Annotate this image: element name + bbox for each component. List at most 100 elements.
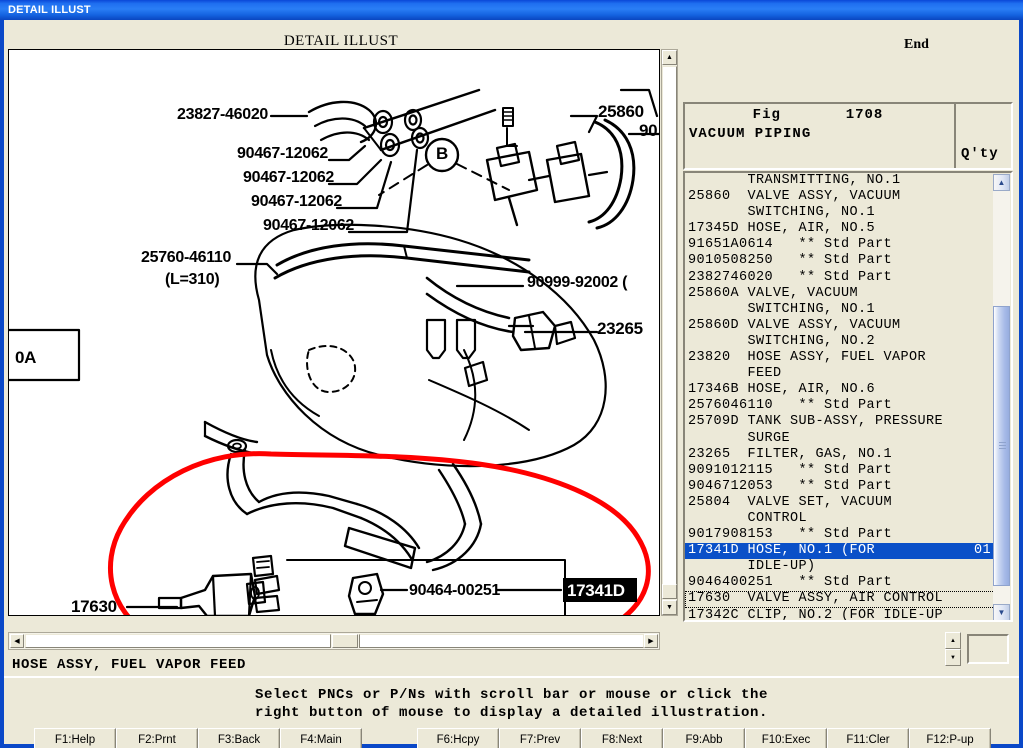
vertical-scroll-thumb[interactable] [662, 66, 677, 586]
function-key-f8[interactable]: F8:Next [581, 728, 663, 748]
illustration-horizontal-scrollbar[interactable]: ◀ ▶ [8, 632, 660, 650]
parts-list-row[interactable]: 17346B HOSE, AIR, NO.6 [685, 382, 995, 398]
parts-list-row[interactable]: 23820 HOSE ASSY, FUEL VAPOR [685, 350, 995, 366]
parts-row-text: 25860 VALVE ASSY, VACUUM [688, 189, 901, 205]
parts-list-row[interactable]: SURGE [685, 431, 995, 447]
fig-header-divider [954, 104, 956, 168]
parts-row-text: 25804 VALVE SET, VACUUM [688, 494, 893, 510]
horizontal-scroll-thumb[interactable] [332, 634, 358, 648]
parts-list-row[interactable]: SWITCHING, NO.1 [685, 302, 995, 318]
function-key-label: F2:Prnt [138, 733, 176, 746]
parts-list-row[interactable]: FEED [685, 366, 995, 382]
scroll-left-arrow[interactable]: ◀ [10, 634, 24, 648]
parts-list-row[interactable]: 2576046110 ** Std Part [685, 398, 995, 414]
scroll-up-arrow[interactable]: ▲ [662, 50, 677, 65]
hscroll-track-left[interactable] [25, 634, 331, 648]
parts-row-text: 9010508250 ** Std Part [688, 253, 893, 269]
qty-stepper-down-icon[interactable]: ▼ [945, 649, 961, 666]
parts-row-text: 9046400251 ** Std Part [688, 575, 893, 591]
function-key-f3[interactable]: F3:Back [198, 728, 280, 748]
function-key-f7[interactable]: F7:Prev [499, 728, 581, 748]
function-key-label: F7:Prev [519, 733, 561, 746]
parts-list-row[interactable]: 17341D HOSE, NO.1 (FOR 01 [685, 543, 995, 560]
parts-list-row[interactable]: 9046400251 ** Std Part [685, 575, 995, 591]
callout-90467-3: 90467-12062 [251, 193, 343, 210]
callout-0a-clipped: 0A [15, 348, 37, 367]
parts-list-row[interactable]: 9091012115 ** Std Part [685, 463, 995, 479]
parts-row-text: SWITCHING, NO.1 [688, 205, 876, 221]
parts-list-row[interactable]: 17345D HOSE, AIR, NO.5 [685, 221, 995, 237]
function-key-f6[interactable]: F6:Hcpy [417, 728, 499, 748]
window-titlebar: DETAIL ILLUST [0, 0, 1023, 20]
parts-list-row[interactable]: 25860D VALVE ASSY, VACUUM [685, 318, 995, 334]
parts-list-row[interactable]: 25804 VALVE SET, VACUUM [685, 495, 995, 511]
parts-list-rows: TRANSMITTING, NO.1 25860 VALVE ASSY, VACU… [685, 173, 995, 620]
function-key-label: F10:Exec [761, 733, 811, 746]
instruction-text: Select PNCs or P/Ns with scroll bar or m… [4, 686, 1019, 722]
detail-illust-window: DETAIL ILLUST DETAIL ILLUST End 23827-46… [0, 0, 1023, 748]
parts-list-row[interactable]: SWITCHING, NO.1 [685, 205, 995, 221]
parts-list-row[interactable]: 25709D TANK SUB-ASSY, PRESSURE [685, 414, 995, 430]
qty-stepper-up-icon[interactable]: ▲ [945, 632, 961, 649]
parts-list-row[interactable]: IDLE-UP) [685, 559, 995, 575]
parts-list-row[interactable]: 9017908153 ** Std Part [685, 527, 995, 543]
parts-row-text: 25860D VALVE ASSY, VACUUM [688, 317, 901, 333]
hscroll-track-right[interactable] [359, 634, 644, 648]
callout-labels: 23827-46020 90467-12062 90467-12062 9046… [9, 50, 659, 615]
scroll-thumb-grip [999, 442, 1006, 450]
parts-list-row[interactable]: 9046712053 ** Std Part [685, 479, 995, 495]
parts-list-row[interactable]: 2382746020 ** Std Part [685, 270, 995, 286]
qty-stepper[interactable]: ▲ ▼ [945, 632, 961, 666]
function-key-label: F9:Abb [685, 733, 723, 746]
parts-list-row[interactable]: 23265 FILTER, GAS, NO.1 [685, 447, 995, 463]
function-key-f1[interactable]: F1:Help [34, 728, 116, 748]
function-key-f4[interactable]: F4:Main [280, 728, 362, 748]
parts-row-text: 17345D HOSE, AIR, NO.5 [688, 221, 876, 237]
function-key-f11[interactable]: F11:Cler [827, 728, 909, 748]
parts-list-row[interactable]: TRANSMITTING, NO.1 [685, 173, 995, 189]
parts-row-text: 17341D HOSE, NO.1 (FOR [688, 543, 876, 559]
function-key-f9[interactable]: F9:Abb [663, 728, 745, 748]
parts-list[interactable]: TRANSMITTING, NO.1 25860 VALVE ASSY, VACU… [683, 171, 1013, 622]
function-key-f12[interactable]: F12:P-up [909, 728, 991, 748]
parts-list-row[interactable]: SWITCHING, NO.2 [685, 334, 995, 350]
vertical-scroll-thumb-end[interactable] [662, 584, 677, 599]
callout-90467-2: 90467-12062 [243, 169, 335, 186]
function-key-bar: F1:Help F2:Prnt F3:Back F4:Main F6:Hcpy F7:Pr… [4, 728, 1019, 748]
window-title: DETAIL ILLUST [8, 4, 91, 16]
callout-25760: 25760-46110 [141, 249, 232, 266]
parts-row-text: 17630 VALVE ASSY, AIR CONTROL [688, 591, 944, 607]
parts-list-scrollbar[interactable]: ▲ ▼ [993, 174, 1010, 620]
highlight-tag-17341d: 17341D [567, 581, 625, 600]
callout-90-clipped: 90 [639, 121, 658, 140]
illustration-canvas[interactable]: 23827-46020 90467-12062 90467-12062 9046… [8, 49, 660, 616]
scroll-down-arrow[interactable]: ▼ [662, 600, 677, 615]
parts-list-row[interactable]: 9010508250 ** Std Part [685, 253, 995, 269]
function-key-label: F1:Help [54, 733, 96, 746]
callout-23265: 23265 [597, 319, 643, 338]
function-key-f10[interactable]: F10:Exec [745, 728, 827, 748]
function-key-label: F4:Main [300, 733, 342, 746]
parts-row-text: 25860A VALVE, VACUUM [688, 285, 859, 301]
parts-scroll-down-icon[interactable]: ▼ [993, 604, 1010, 620]
parts-list-row[interactable]: 25860 VALVE ASSY, VACUUM [685, 189, 995, 205]
callout-90999: 90999-92002 ( [527, 274, 628, 291]
parts-row-text: 2382746020 ** Std Part [688, 269, 893, 285]
illustration-panel: 23827-46020 90467-12062 90467-12062 9046… [8, 49, 678, 632]
parts-list-row[interactable]: CONTROL [685, 511, 995, 527]
parts-row-text: TRANSMITTING, NO.1 [688, 173, 901, 188]
parts-row-text: SWITCHING, NO.1 [688, 301, 876, 317]
parts-list-row[interactable]: 17630 VALVE ASSY, AIR CONTROL [685, 591, 995, 608]
parts-scroll-thumb[interactable] [993, 306, 1010, 586]
function-key-f2[interactable]: F2:Prnt [116, 728, 198, 748]
parts-list-row[interactable]: 17342C CLIP, NO.2 (FOR IDLE-UP [685, 608, 995, 620]
parts-list-row[interactable]: 91651A0614 ** Std Part [685, 237, 995, 253]
scroll-right-arrow[interactable]: ▶ [644, 634, 658, 648]
parts-list-row[interactable]: 25860A VALVE, VACUUM [685, 286, 995, 302]
figure-name: VACUUM PIPING [689, 126, 812, 142]
instruction-line-1: Select PNCs or P/Ns with scroll bar or m… [254, 687, 769, 703]
qty-input[interactable] [967, 634, 1009, 664]
illustration-vertical-scrollbar[interactable]: ▲ ▼ [661, 49, 678, 616]
figure-number-line: Fig 1708 [685, 107, 951, 123]
parts-scroll-up-icon[interactable]: ▲ [993, 174, 1010, 191]
